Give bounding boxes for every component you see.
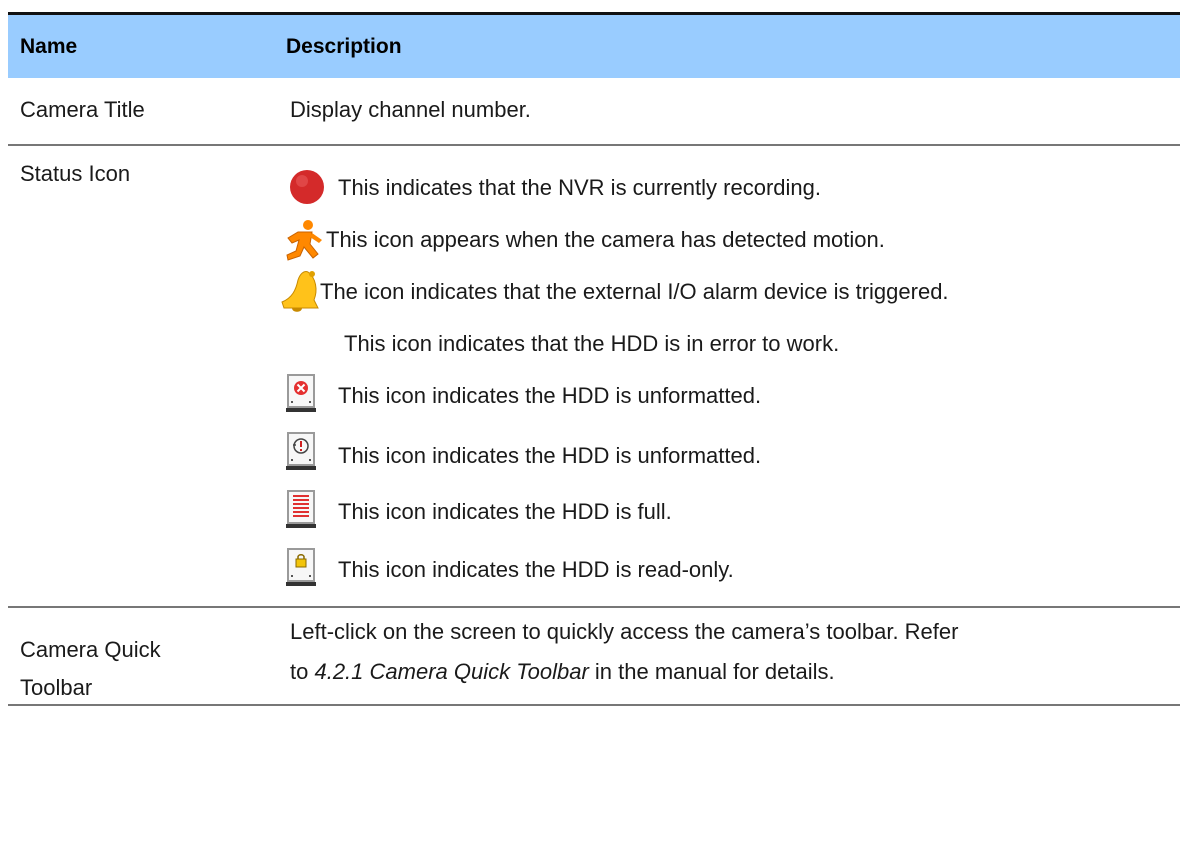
row-divider [8,144,1180,146]
status-item-text: This icon indicates the HDD is unformatt… [338,383,762,408]
row-camera-title-name: Camera Title [20,97,145,122]
manual-reference: 4.2.1 Camera Quick Toolbar [314,659,589,684]
status-item-text: This icon indicates the HDD is full. [338,499,672,524]
header-name: Name [20,35,78,58]
row-quick-toolbar-desc-line2: to 4.2.1 Camera Quick Toolbar in the man… [290,659,835,684]
header-description: Description [286,35,402,58]
hdd-error-x-icon [286,374,316,412]
running-man-motion-icon [286,220,322,261]
table-header: Name Description [8,12,1180,78]
row-status-icon-name: Status Icon [20,161,131,186]
row-divider [8,606,1180,608]
hdd-read-only-lock-icon [286,548,316,586]
status-item-text: This indicates that the NVR is currently… [338,175,821,200]
status-item-text: This icon indicates the HDD is unformatt… [338,443,762,468]
row-quick-toolbar-name-line1: Camera Quick [20,637,161,662]
status-item-text: This icon indicates the HDD is read-only… [338,557,734,582]
status-item-text: The icon indicates that the external I/O… [320,279,949,304]
recording-dot-icon [290,170,324,204]
alarm-bell-icon [281,271,319,312]
status-item-text: This icon appears when the camera has de… [326,227,885,252]
status-item-text: This icon indicates that the HDD is in e… [344,331,840,356]
row-quick-toolbar-name-line2: Toolbar [20,675,93,700]
row-divider [8,704,1180,706]
hdd-full-icon [286,490,316,528]
row-quick-toolbar-desc-line1: Left-click on the screen to quickly acce… [290,619,959,644]
hdd-unformatted-icon [286,432,316,470]
row-camera-title-desc: Display channel number. [290,97,531,122]
